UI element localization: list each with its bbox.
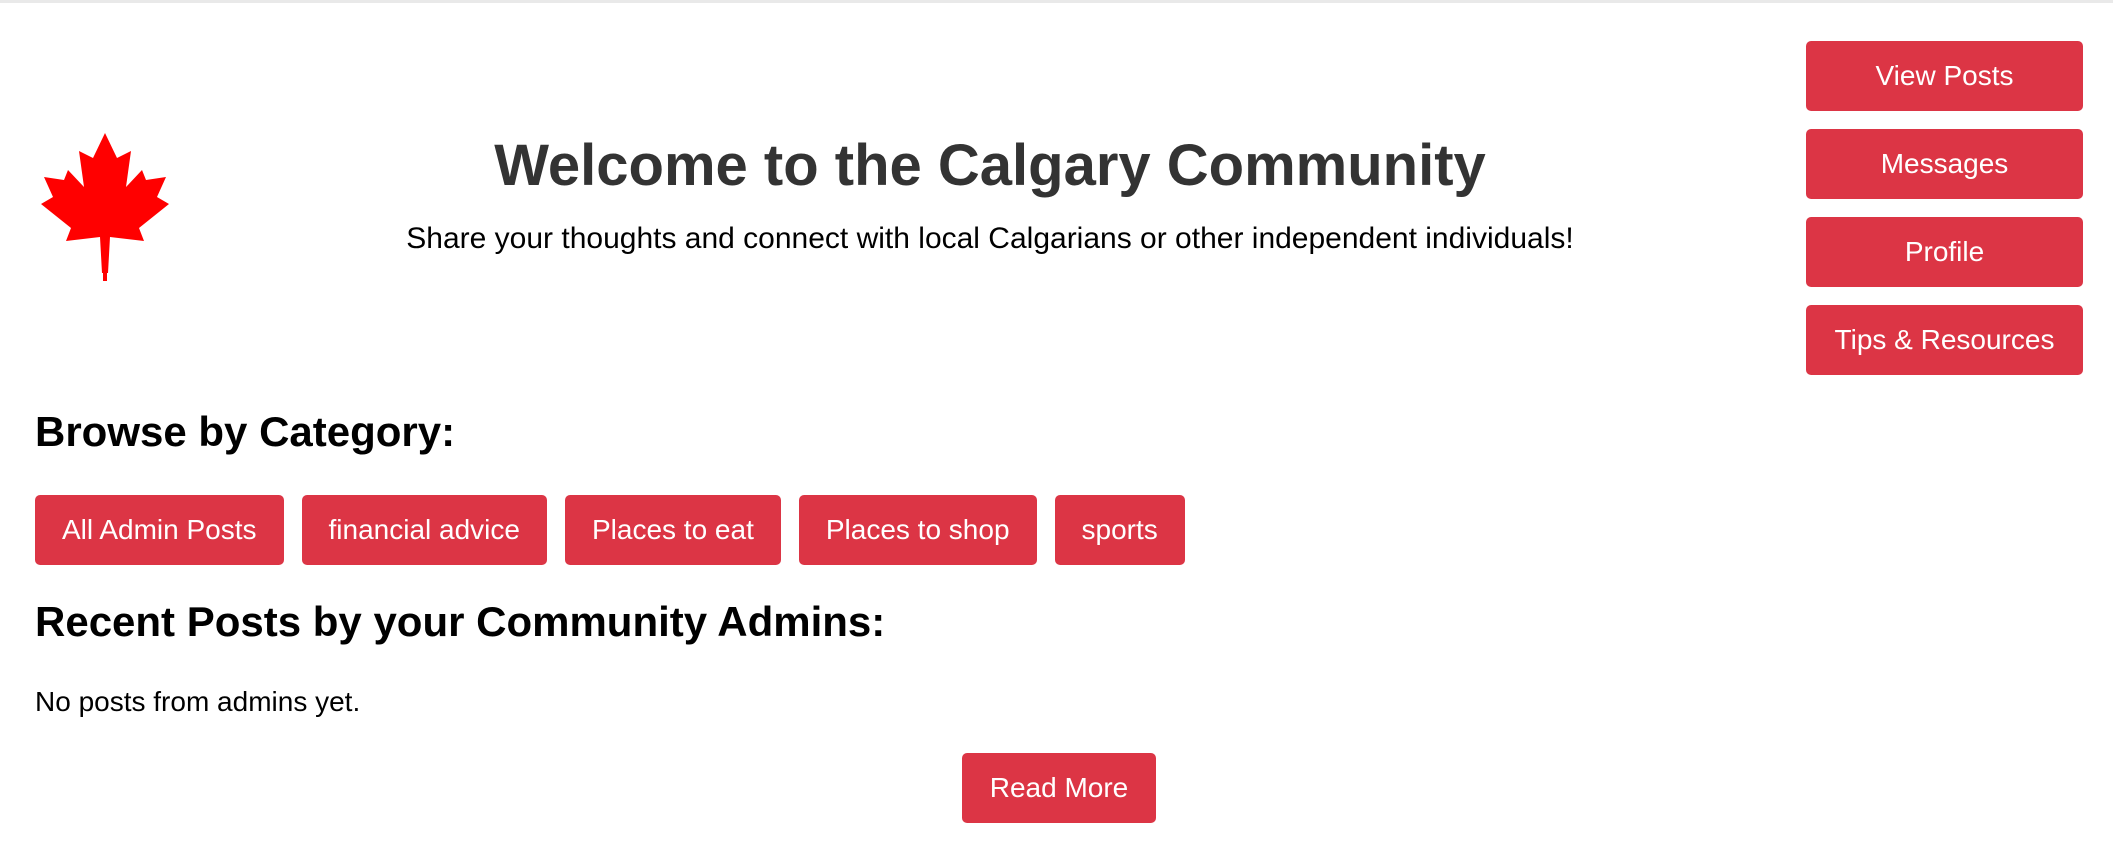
- maple-leaf-icon: [38, 133, 172, 281]
- view-posts-button[interactable]: View Posts: [1806, 41, 2083, 111]
- category-sports-button[interactable]: sports: [1054, 495, 1185, 565]
- page-subtitle: Share your thoughts and connect with loc…: [406, 222, 1574, 255]
- browse-category-heading: Browse by Category:: [35, 408, 456, 455]
- page: Welcome to the Calgary Community Share y…: [0, 0, 2113, 845]
- tips-resources-button[interactable]: Tips & Resources: [1806, 305, 2083, 375]
- read-more-button[interactable]: Read More: [962, 753, 1156, 823]
- category-all-admin-posts-button[interactable]: All Admin Posts: [35, 495, 284, 565]
- empty-posts-message: No posts from admins yet.: [35, 686, 361, 717]
- category-places-to-eat-button[interactable]: Places to eat: [564, 495, 781, 565]
- category-list: All Admin Posts financial advice Places …: [35, 495, 1185, 565]
- hero: Welcome to the Calgary Community Share y…: [300, 131, 1680, 257]
- messages-button[interactable]: Messages: [1806, 129, 2083, 199]
- page-title: Welcome to the Calgary Community: [494, 133, 1486, 198]
- category-places-to-shop-button[interactable]: Places to shop: [798, 495, 1037, 565]
- admin-posts-heading: Recent Posts by your Community Admins:: [35, 598, 886, 645]
- profile-button[interactable]: Profile: [1806, 217, 2083, 287]
- main-nav: View Posts Messages Profile Tips & Resou…: [1806, 41, 2083, 375]
- category-financial-advice-button[interactable]: financial advice: [301, 495, 547, 565]
